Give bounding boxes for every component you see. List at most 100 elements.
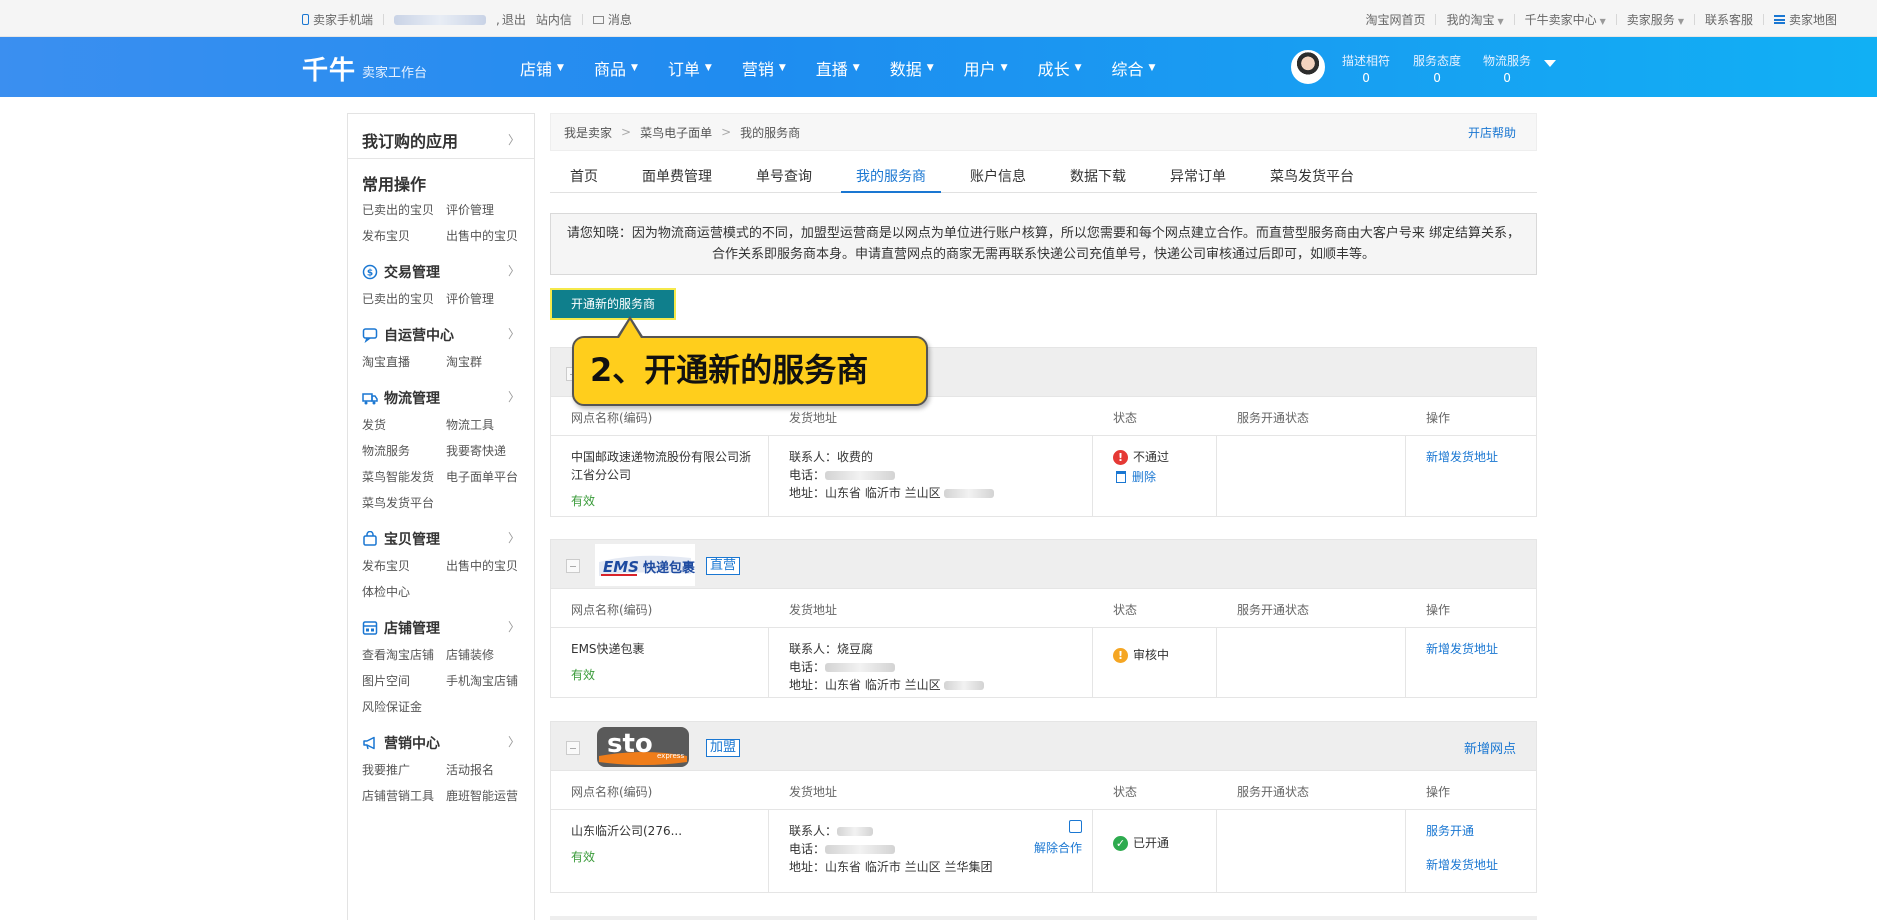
delete-link[interactable]: 删除: [1113, 468, 1216, 486]
sidebar-link[interactable]: 评价管理: [446, 201, 530, 218]
tab-account[interactable]: 账户信息: [970, 151, 1026, 192]
my-taobao-link[interactable]: 我的淘宝 ▼: [1446, 11, 1503, 28]
nav-users[interactable]: 用户 ▼: [964, 56, 1008, 80]
sidebar-link[interactable]: 活动报名: [446, 761, 530, 778]
divider: [383, 14, 385, 25]
inbox-link[interactable]: 站内信: [536, 11, 572, 28]
collapse-toggle[interactable]: [566, 741, 580, 755]
svg-text:sto: sto: [607, 729, 653, 759]
sidebar-link[interactable]: 已卖出的宝贝: [362, 201, 446, 218]
status-opened: ✓ 已开通: [1113, 834, 1216, 852]
messages-link[interactable]: 消息: [592, 11, 632, 28]
sidebar-link[interactable]: 发布宝贝: [362, 227, 446, 244]
breadcrumb-waybill[interactable]: 菜鸟电子面单: [640, 124, 712, 141]
divider: [1615, 14, 1617, 25]
sidebar-link[interactable]: 我要推广: [362, 761, 446, 778]
sidebar-link[interactable]: 菜鸟智能发货: [362, 468, 446, 485]
sidebar-link[interactable]: 我要寄快递: [446, 442, 530, 459]
add-node-link[interactable]: 新增网点: [1464, 738, 1516, 757]
sidebar-link[interactable]: 店铺装修: [446, 646, 530, 663]
phone-label: 电话：: [789, 842, 826, 856]
chevron-down-icon: ▼: [704, 63, 712, 73]
sidebar-link[interactable]: 体检中心: [362, 583, 446, 600]
seller-service-link[interactable]: 卖家服务 ▼: [1627, 11, 1684, 28]
table-header: 网点名称(编码) 发货地址 状态 服务开通状态 操作: [551, 771, 1536, 809]
sidebar-my-apps[interactable]: 我订购的应用〉: [348, 114, 534, 158]
collapse-toggle[interactable]: [566, 559, 580, 573]
sidebar-link[interactable]: 出售中的宝贝: [446, 227, 530, 244]
qianniu-logo[interactable]: 千牛: [302, 50, 356, 87]
tab-exception[interactable]: 异常订单: [1170, 151, 1226, 192]
edit-icon[interactable]: [1069, 820, 1082, 833]
help-link[interactable]: 开店帮助: [1468, 124, 1516, 141]
sidebar-section-self-operation[interactable]: 自运营中心〉: [348, 307, 534, 353]
sidebar-section-marketing[interactable]: 营销中心〉: [348, 715, 534, 761]
chevron-right-icon: 〉: [507, 734, 520, 749]
sidebar-link[interactable]: 物流工具: [446, 416, 530, 433]
nav-general[interactable]: 综合 ▼: [1112, 56, 1156, 80]
nav-orders[interactable]: 订单 ▼: [668, 56, 712, 80]
column-header: 状态: [1113, 411, 1138, 425]
sidebar-section-trade[interactable]: $ 交易管理〉: [348, 244, 534, 290]
open-new-provider-button[interactable]: 开通新的服务商: [550, 288, 676, 320]
sidebar-link[interactable]: 出售中的宝贝: [446, 557, 530, 574]
sidebar-section-store[interactable]: 店铺管理〉: [348, 600, 534, 646]
tab-cainiao-platform[interactable]: 菜鸟发货平台: [1270, 151, 1354, 192]
tab-download[interactable]: 数据下载: [1070, 151, 1126, 192]
sidebar-link[interactable]: 风险保证金: [362, 698, 446, 715]
column-header: 网点名称(编码): [571, 785, 653, 799]
nav-goods[interactable]: 商品 ▼: [594, 56, 638, 80]
service-open-link[interactable]: 服务开通: [1426, 822, 1536, 840]
add-address-link[interactable]: 新增发货地址: [1426, 450, 1498, 464]
username[interactable]: [394, 13, 487, 27]
seller-center-link[interactable]: 千牛卖家中心 ▼: [1525, 11, 1606, 28]
sidebar-link[interactable]: 查看淘宝店铺: [362, 646, 446, 663]
contact-service-link[interactable]: 联系客服: [1705, 11, 1753, 28]
sidebar-link[interactable]: 店铺营销工具: [362, 787, 446, 804]
sidebar-link[interactable]: 发货: [362, 416, 446, 433]
provider-header: sto express 加盟 新增网点: [550, 721, 1537, 771]
sidebar-link[interactable]: 物流服务: [362, 442, 446, 459]
add-address-link[interactable]: 新增发货地址: [1426, 642, 1498, 656]
nav-marketing[interactable]: 营销 ▼: [742, 56, 786, 80]
sidebar-section-logistics[interactable]: 物流管理〉: [348, 370, 534, 416]
score-description: 描述相符 0: [1342, 54, 1391, 85]
tab-home[interactable]: 首页: [570, 151, 598, 192]
sidebar-link[interactable]: 已卖出的宝贝: [362, 290, 446, 307]
chat-icon: [362, 327, 378, 344]
seller-map-link[interactable]: 卖家地图: [1773, 11, 1837, 28]
sidebar-link[interactable]: 淘宝群: [446, 353, 530, 370]
avatar[interactable]: [1291, 50, 1325, 84]
sidebar-link[interactable]: 发布宝贝: [362, 557, 446, 574]
terminate-cooperation-link[interactable]: 解除合作: [1034, 839, 1082, 857]
tab-query[interactable]: 单号查询: [756, 151, 812, 192]
nav-live[interactable]: 直播 ▼: [816, 56, 860, 80]
logout-link[interactable]: 退出: [502, 11, 526, 28]
chevron-right-icon: 〉: [507, 326, 520, 341]
tab-my-providers[interactable]: 我的服务商: [841, 151, 941, 193]
sidebar-link[interactable]: 图片空间: [362, 672, 446, 689]
check-icon: ✓: [1113, 835, 1128, 851]
trade-icon: $: [362, 264, 378, 280]
nav-data[interactable]: 数据 ▼: [890, 56, 934, 80]
sidebar-link[interactable]: 手机淘宝店铺: [446, 672, 530, 689]
column-header: 操作: [1426, 785, 1451, 799]
add-address-link[interactable]: 新增发货地址: [1426, 856, 1536, 874]
sidebar-link[interactable]: 鹿班智能运营: [446, 787, 530, 804]
sidebar-section-goods[interactable]: 宝贝管理〉: [348, 511, 534, 557]
caret-down-icon[interactable]: [1544, 60, 1556, 67]
divider: [1693, 14, 1695, 25]
breadcrumb-current: 我的服务商: [740, 125, 801, 140]
nav-store[interactable]: 店铺 ▼: [520, 56, 564, 80]
score-service: 服务态度 0: [1413, 54, 1462, 85]
sidebar-link[interactable]: 评价管理: [446, 290, 530, 307]
taobao-home-link[interactable]: 淘宝网首页: [1365, 11, 1425, 28]
nav-growth[interactable]: 成长 ▼: [1038, 56, 1082, 80]
chevron-down-icon: ▼: [778, 63, 786, 73]
sidebar-link[interactable]: 淘宝直播: [362, 353, 446, 370]
breadcrumb-seller[interactable]: 我是卖家: [564, 124, 612, 141]
tab-fee[interactable]: 面单费管理: [642, 151, 712, 192]
sidebar-link[interactable]: 电子面单平台: [446, 468, 530, 485]
mobile-link[interactable]: 卖家手机端: [302, 11, 373, 28]
sidebar-link[interactable]: 菜鸟发货平台: [362, 494, 446, 511]
